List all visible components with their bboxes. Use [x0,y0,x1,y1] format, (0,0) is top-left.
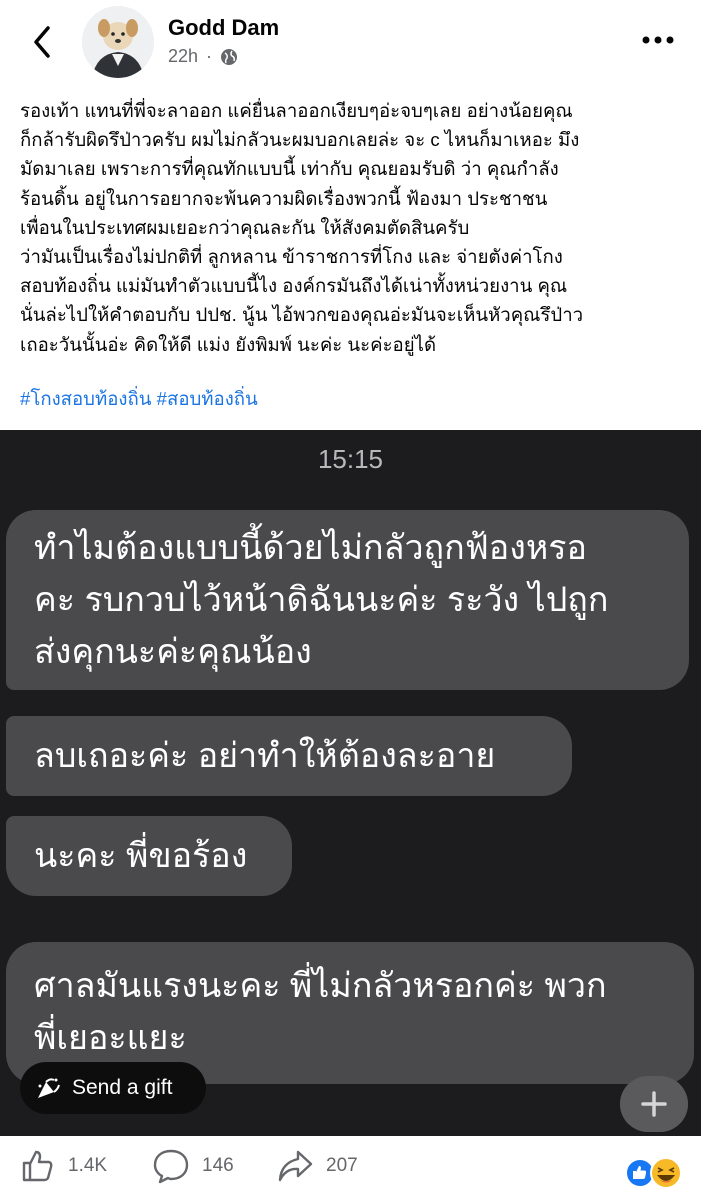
globe-icon [221,48,238,65]
message-line: ลบเถอะค่ะ อย่าทำให้ต้องละอาย [34,737,496,775]
message-line: คะ รบกวบไว้หน้าดิฉันนะค่ะ ระวัง ไปถูก [34,581,609,619]
like-reaction-icon [625,1158,655,1188]
post-line: สอบท้องถิ่น แม่มันทำตัวแบบนี้ไง องค์กรมั… [20,275,568,297]
message-line: ศาลมันแรงนะคะ พี่ไม่กลัวหรอกค่ะ พวก [34,967,607,1005]
post-meta: 22h · [168,46,238,67]
comment-icon [153,1149,189,1184]
hashtag-link[interactable]: #โกงสอบท้องถิ่น [20,388,151,409]
author-name[interactable]: Godd Dam [168,15,279,41]
chat-screenshot: 15:15 ทำไมต้องแบบนี้ด้วยไม่กลัวถูกฟ้องหร… [0,430,701,1136]
hashtags: #โกงสอบท้องถิ่น #สอบท้องถิ่น [20,384,258,413]
post-header: Godd Dam 22h · [0,0,701,96]
like-button[interactable]: 1.4K [20,1148,107,1184]
avatar[interactable] [82,6,154,78]
gift-icon [38,1078,60,1098]
like-icon [22,1150,53,1182]
post-time[interactable]: 22h [168,46,198,67]
plus-icon[interactable] [620,1076,688,1132]
send-gift-button[interactable]: Send a gift [20,1062,206,1114]
chat-time: 15:15 [317,444,384,474]
like-count: 1.4K [68,1155,108,1176]
dog-avatar-image [82,6,154,78]
post-text: รองเท้า แทนที่พี่จะลาออก แค่ยื่นลาออกเงี… [20,96,690,359]
comment-count: 146 [202,1155,234,1176]
post-line: ว่ามันเป็นเรื่องไม่ปกติที่ ลูกหลาน ข้ารา… [20,245,563,267]
post-line: เพื่อนในประเทศผมเยอะกว่าคุณละกัน ให้สังค… [20,216,470,238]
back-chevron-icon[interactable] [26,22,62,62]
message-line: นะคะ พี่ขอร้อง [34,837,248,875]
send-gift-label: Send a gift [72,1076,173,1099]
comment-button[interactable]: 146 [152,1148,234,1184]
message-bubble: นะคะ พี่ขอร้อง [6,816,292,896]
share-icon [278,1150,313,1182]
more-icon[interactable] [640,28,676,52]
share-button[interactable]: 207 [276,1148,358,1184]
post-line: มัดมาเลย เพราะการที่คุณทักแบบนี้ เท่ากับ… [20,158,559,180]
message-bubble: ลบเถอะค่ะ อย่าทำให้ต้องละอาย [6,716,572,796]
reactions-summary[interactable] [624,1156,684,1190]
dot-separator: · [206,46,213,66]
message-line: พี่เยอะแยะ [34,1019,187,1057]
hashtag-link[interactable]: #สอบท้องถิ่น [157,388,258,409]
message-bubble: ทำไมต้องแบบนี้ด้วยไม่กลัวถูกฟ้องหรอ คะ ร… [6,510,689,690]
post-line: เถอะวันนั้นอ่ะ คิดให้ดี แม่ง ยังพิมพ์ นะ… [20,333,437,355]
haha-reaction-icon [650,1157,682,1189]
share-count: 207 [326,1155,358,1176]
post-line: ร้อนดิ้น อยู่ในการอยากจะพ้นความผิดเรื่อง… [20,187,548,209]
post-line: นั่นล่ะไปให้คำตอบกับ ปปช. นู้น ไอ้พวกของ… [20,304,584,326]
post-line: ก็กล้ารับผิดรึป่าวครับ ผมไม่กลัวนะผมบอกเ… [20,129,580,151]
message-line: ทำไมต้องแบบนี้ด้วยไม่กลัวถูกฟ้องหรอ [34,529,587,567]
message-line: ส่งคุกนะค่ะคุณน้อง [34,633,312,671]
post-line: รองเท้า แทนที่พี่จะลาออก แค่ยื่นลาออกเงี… [20,100,573,121]
post-action-bar: 1.4K 146 207 [0,1136,701,1200]
